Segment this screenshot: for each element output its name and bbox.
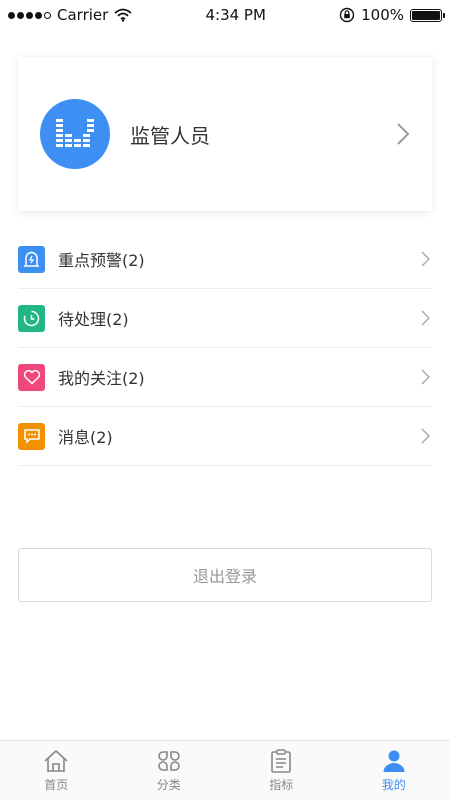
tab-label: 指标	[269, 777, 294, 792]
home-icon	[44, 749, 68, 772]
category-icon	[157, 750, 180, 771]
status-right: 100%	[339, 6, 445, 24]
clock-icon	[18, 304, 45, 332]
avatar	[40, 99, 110, 169]
wifi-icon	[114, 8, 132, 22]
profile-card[interactable]: 监管人员	[18, 57, 432, 211]
person-icon	[383, 750, 405, 772]
chevron-right-icon	[421, 369, 430, 385]
tab-category[interactable]: 分类	[113, 741, 226, 800]
status-bar: Carrier 4:34 PM 100%	[0, 0, 450, 30]
menu-item-pending[interactable]: 待处理(2)	[18, 289, 432, 348]
clipboard-icon	[271, 748, 292, 773]
menu-item-messages[interactable]: 消息(2)	[18, 407, 432, 466]
menu-item-warnings[interactable]: 重点预警(2)	[18, 230, 432, 289]
signal-icon	[8, 11, 51, 19]
menu-item-label: 重点预警(2)	[58, 251, 145, 270]
carrier-label: Carrier	[57, 6, 109, 24]
profile-name: 监管人员	[130, 123, 210, 148]
rotation-lock-icon	[339, 7, 355, 23]
menu-item-label: 消息(2)	[58, 428, 113, 447]
tab-label: 我的	[381, 777, 406, 792]
tab-bar: 首页 分类 指标 我的	[0, 740, 450, 800]
heart-icon	[18, 363, 45, 391]
tab-mine[interactable]: 我的	[338, 741, 450, 800]
battery-icon	[410, 8, 445, 22]
tab-label: 首页	[44, 777, 69, 792]
menu-item-label: 待处理(2)	[58, 310, 129, 329]
equalizer-logo-icon	[56, 119, 94, 147]
alarm-bell-icon	[18, 245, 45, 273]
menu-item-label: 我的关注(2)	[58, 369, 145, 388]
tab-home[interactable]: 首页	[0, 741, 113, 800]
menu-item-following[interactable]: 我的关注(2)	[18, 348, 432, 407]
chevron-right-icon	[421, 251, 430, 267]
chevron-right-icon	[397, 123, 410, 145]
battery-percent: 100%	[361, 6, 404, 24]
chevron-right-icon	[421, 310, 430, 326]
tab-label: 分类	[156, 777, 181, 792]
menu-list: 重点预警(2) 待处理(2) 我的关注(2) 消息(2)	[18, 230, 432, 466]
clock-time: 4:34 PM	[205, 6, 266, 24]
chevron-right-icon	[421, 428, 430, 444]
message-icon	[18, 422, 45, 450]
tab-indicators[interactable]: 指标	[225, 741, 338, 800]
logout-button[interactable]: 退出登录	[18, 548, 432, 602]
status-left: Carrier	[8, 6, 132, 24]
